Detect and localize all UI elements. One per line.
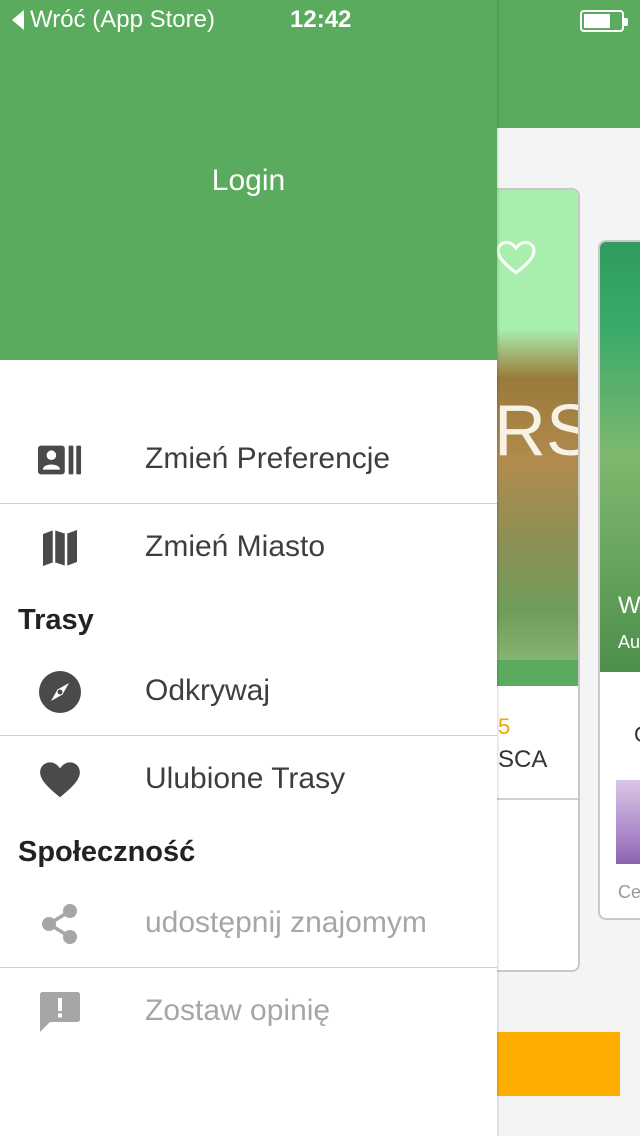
route-card[interactable]: W Au C Ce	[598, 240, 640, 920]
back-link-label: Wróć (App Store)	[30, 6, 215, 33]
route-card-name: SCA	[498, 746, 548, 773]
drawer-edge-shadow	[497, 0, 500, 1136]
menu-item-label: Zmień Miasto	[145, 530, 326, 563]
back-arrow-icon	[12, 10, 24, 30]
route-card-meta: C	[634, 722, 640, 748]
menu-item-label: Odkrywaj	[145, 674, 271, 707]
route-card-caption: Ce	[618, 882, 640, 902]
battery-icon	[580, 10, 628, 32]
map-icon	[38, 526, 82, 570]
menu-item-label: Zostaw opinię	[145, 994, 331, 1027]
navigation-drawer: Login Zmień Preferencje Zmień Miasto Tra…	[0, 0, 497, 1136]
back-to-app-store-link[interactable]: Wróć (App Store)	[12, 6, 215, 34]
heart-icon	[38, 758, 82, 802]
menu-item-change-city[interactable]: Zmień Miasto	[0, 504, 497, 592]
route-card-thumbnail	[616, 780, 640, 864]
section-title-routes: Trasy	[18, 604, 94, 636]
menu-item-favorite-routes[interactable]: Ulubione Trasy	[0, 736, 497, 824]
login-button[interactable]: Login	[0, 164, 497, 198]
preferences-card-icon	[38, 438, 82, 482]
status-bar: Wróć (App Store) 12:42	[0, 0, 640, 40]
favorite-outline-icon[interactable]	[496, 240, 536, 276]
menu-item-label: Zmień Preferencje	[145, 442, 391, 475]
compass-icon	[38, 670, 82, 714]
menu-item-label: Ulubione Trasy	[145, 762, 346, 795]
battery-nub	[624, 18, 628, 26]
feedback-icon	[38, 990, 82, 1034]
menu-item-discover[interactable]: Odkrywaj	[0, 648, 497, 736]
status-time: 12:42	[290, 6, 352, 33]
section-title-community: Społeczność	[18, 836, 196, 868]
menu-item-leave-feedback[interactable]: Zostaw opinię	[0, 968, 497, 1056]
menu-item-share-with-friends[interactable]: udostępnij znajomym	[0, 880, 497, 968]
route-card-photo-text: RS	[494, 391, 578, 471]
route-card-title: W	[618, 592, 640, 619]
menu-item-label: udostępnij znajomym	[145, 906, 427, 939]
battery-level	[584, 14, 610, 28]
menu-item-change-preferences[interactable]: Zmień Preferencje	[0, 416, 497, 504]
share-icon	[38, 902, 82, 946]
route-card-subtitle: Au	[618, 632, 640, 652]
drawer-header: Login	[0, 0, 497, 360]
